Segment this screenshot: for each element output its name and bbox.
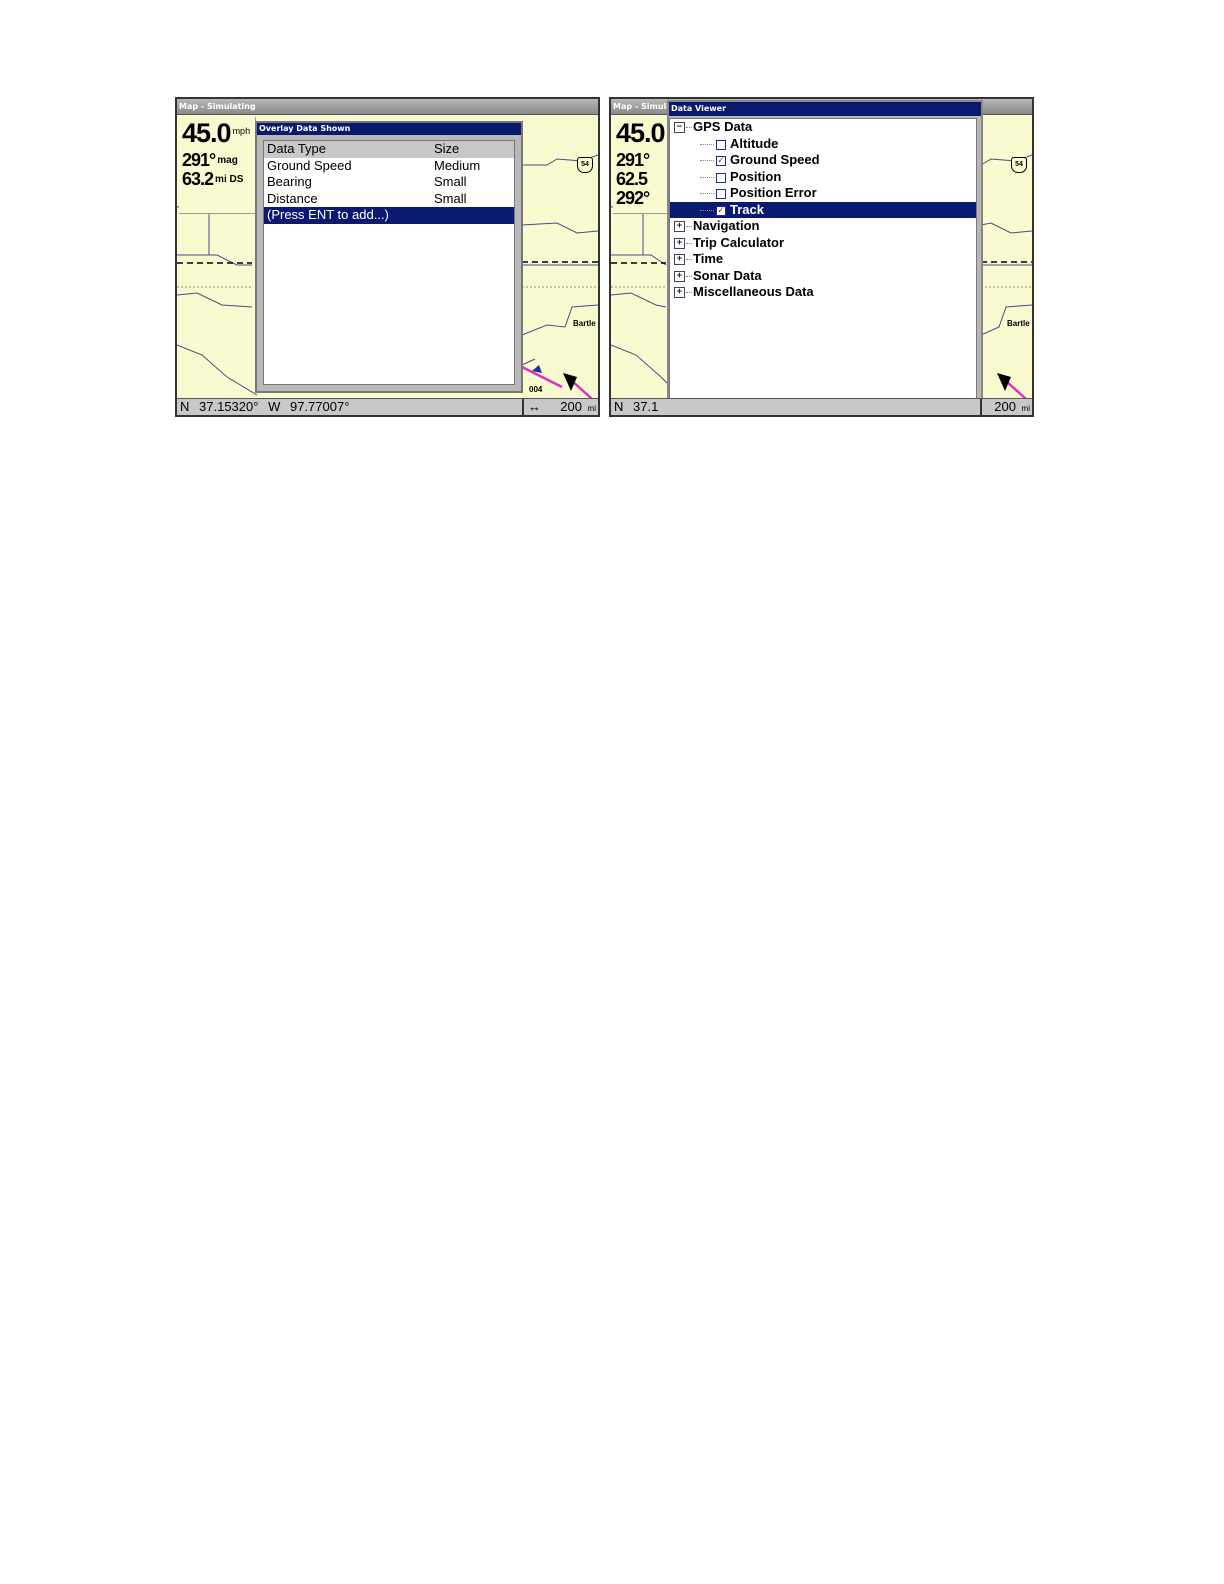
dialog-title: Data Viewer [669,102,981,116]
scale-arrow-icon: ↔ [528,399,541,414]
expand-icon[interactable]: + [674,270,685,282]
overlay-data-table: Data Type Size Ground Speed Medium Beari… [263,140,515,385]
tree-label: Track [730,201,764,217]
tree-group-gps-data[interactable]: − GPS Data [670,119,976,136]
row-size: Small [434,174,467,189]
add-data-row[interactable]: (Press ENT to add...) [264,207,514,224]
expand-icon[interactable]: + [674,287,685,298]
data-viewer-dialog: Data Viewer − GPS Data Altitude ✓ Ground… [667,100,983,415]
table-row[interactable]: Bearing Small [264,174,514,191]
tree-label: Position Error [730,185,817,200]
checked-box-icon[interactable]: ✓ [716,156,726,166]
zoom-scale: 200 mi [980,399,1032,415]
town-label: Bartle [1007,319,1030,328]
expand-icon[interactable]: + [674,237,685,249]
window-title: Map - Simulating [177,99,598,115]
table-header: Data Type Size [264,141,514,158]
tree-label: Ground Speed [730,152,820,167]
distance-readout: 62.5 [616,169,648,189]
position-readout: N 37.1 [614,399,664,415]
map-screen-data-viewer: Map - Simulating 54 Bartle 45.0 291° 62.… [609,97,1034,417]
row-data-type: Ground Speed [267,157,352,173]
latitude-value: 37.15320° [199,399,259,414]
column-header-size: Size [434,141,460,156]
bearing-readout: 291° [616,150,650,170]
data-overlay-box: 45.0 291° 62.5 292° [613,117,670,214]
tree-label: GPS Data [693,119,753,134]
row-data-type: Distance [267,190,318,206]
overlay-data-dialog: Overlay Data Shown Data Type Size Ground… [255,121,523,393]
tree-group-trip-calculator[interactable]: + Trip Calculator [670,235,976,252]
tree-item-altitude[interactable]: Altitude [670,136,976,153]
tree-label: Miscellaneous Data [693,284,814,299]
collapse-icon[interactable]: − [674,122,685,133]
table-row[interactable]: Distance Small [264,191,514,208]
add-prompt: (Press ENT to add...) [267,207,389,222]
tree-label: Time [693,251,724,266]
row-size: Medium [434,157,481,173]
tree-label: Navigation [693,218,760,233]
data-overlay-box: 45.0 mph 291° mag 63.2 mi DS [179,117,256,214]
highway-shield: 54 [1011,157,1027,173]
tree-group-time[interactable]: + Time [670,251,976,268]
unchecked-box-icon[interactable] [716,172,726,183]
distance-readout: 63.2 mi DS [182,169,244,189]
status-bar: N 37.1 200 mi [611,398,1032,415]
tree-label: Altitude [730,135,779,151]
tree-group-sonar-data[interactable]: + Sonar Data [670,268,976,285]
tree-label: Sonar Data [693,267,762,283]
status-bar: N 37.15320° W 97.77007° ↔ 200 mi [177,398,598,415]
bearing2-readout: 292° [616,188,650,208]
lat-direction: N [180,399,190,414]
column-header-data-type: Data Type [267,141,327,156]
row-data-type: Bearing [267,174,312,189]
position-readout: N 37.15320° W 97.77007° [180,399,355,415]
speed-readout: 45.0 mph [182,118,251,148]
highway-shield: 54 [577,157,593,173]
lat-direction: N [614,399,624,414]
scale-value: 200 [994,399,1016,414]
latitude-value: 37.1 [633,399,659,414]
tree-group-miscellaneous-data[interactable]: + Miscellaneous Data [670,284,976,301]
tree-item-position[interactable]: Position [670,169,976,186]
scale-unit: mi [587,404,596,413]
unchecked-box-icon[interactable] [716,139,726,150]
unchecked-box-icon[interactable] [716,189,726,199]
zoom-scale: ↔ 200 mi [522,399,598,415]
lon-direction: W [268,399,281,414]
tree-label: Trip Calculator [693,234,785,250]
data-tree: − GPS Data Altitude ✓ Ground Speed Posit… [669,118,977,412]
row-size: Small [434,190,467,206]
scale-value: 200 [560,399,582,414]
dialog-title: Overlay Data Shown [257,123,521,135]
scale-unit: mi [1021,404,1030,413]
speed-readout: 45.0 [616,118,666,148]
table-row[interactable]: Ground Speed Medium [264,158,514,175]
tree-item-track[interactable]: ✓ Track [670,201,976,218]
bearing-readout: 291° mag [182,150,238,170]
route-label: 004 [529,385,543,394]
tree-item-ground-speed[interactable]: ✓ Ground Speed [670,152,976,169]
town-label: Bartle [573,319,596,328]
tree-group-navigation[interactable]: + Navigation [670,218,976,235]
map-screen-overlay-data: Map - Simulating 54 Bartle 004 45.0 mph … [175,97,600,417]
tree-item-position-error[interactable]: Position Error [670,185,976,202]
checked-box-icon[interactable]: ✓ [716,205,726,216]
longitude-value: 97.77007° [289,399,350,414]
tree-label: Position [730,168,782,184]
expand-icon[interactable]: + [674,254,685,265]
expand-icon[interactable]: + [674,221,685,232]
